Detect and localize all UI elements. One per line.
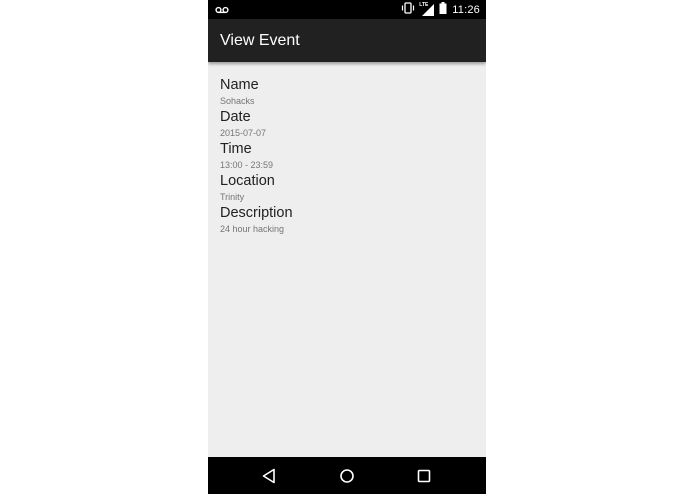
date-value: 2015-07-07 [220,128,267,138]
field-location: Location Trinity [220,172,474,204]
status-bar: LTE 11:26 [208,0,486,19]
location-value: Trinity [220,192,245,202]
name-label: Name [220,77,259,93]
back-icon[interactable] [259,466,279,486]
field-description: Description 24 hour hacking [220,204,474,236]
phone-screen: LTE 11:26 View Event Name Sohacks Date 2… [208,0,486,494]
field-name: Name Sohacks [220,76,474,108]
time-value: 13:00 - 23:59 [220,160,274,170]
home-icon[interactable] [337,466,357,486]
app-bar: View Event [208,19,486,62]
description-value: 24 hour hacking [220,224,285,234]
event-details: Name Sohacks Date 2015-07-07 Time 13:00 … [220,76,474,236]
field-time: Time 13:00 - 23:59 [220,140,474,172]
network-label: LTE [419,1,429,8]
recents-icon[interactable] [414,466,434,486]
field-date: Date 2015-07-07 [220,108,474,140]
date-label: Date [220,109,251,125]
name-value: Sohacks [220,96,255,106]
time-label: Time [220,141,252,157]
status-time: 11:26 [452,3,480,16]
location-label: Location [220,173,275,189]
status-icons: LTE 11:26 [401,0,480,19]
battery-icon [439,1,447,19]
voicemail-icon [215,3,229,15]
description-label: Description [220,205,293,221]
navigation-bar [208,457,486,494]
lte-signal-icon: LTE [419,1,435,16]
vibrate-icon [401,1,415,19]
page-title: View Event [220,32,300,49]
